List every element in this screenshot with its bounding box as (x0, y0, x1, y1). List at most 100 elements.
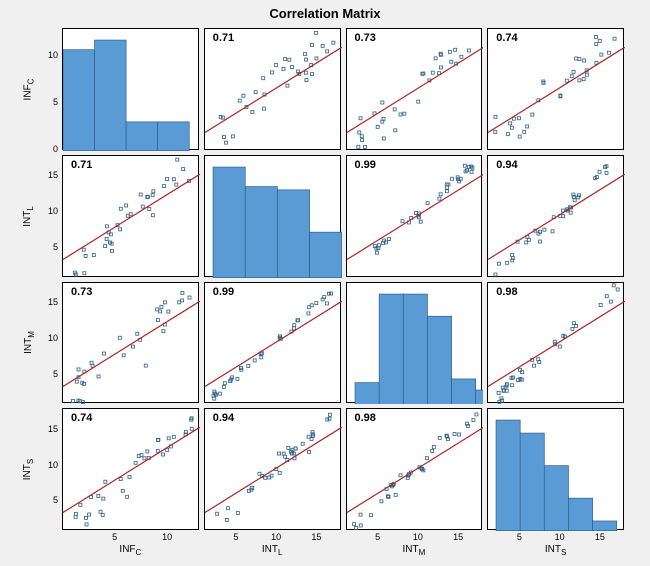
hist-bar (545, 466, 569, 531)
scatter-point (369, 514, 372, 517)
y-tick: 10 (36, 206, 58, 216)
hist-bar (309, 232, 341, 278)
scatter-point (539, 240, 542, 243)
scatter-point (599, 303, 602, 306)
scatter-point (582, 78, 585, 81)
scatter-point (79, 504, 82, 507)
x-axis-label: INTM (394, 544, 434, 557)
scatter-cell: 0.73 (62, 282, 199, 404)
scatter-point (231, 135, 234, 138)
scatter-point (566, 79, 569, 82)
scatter-point (459, 55, 462, 58)
hist-bar (403, 294, 427, 405)
scatter-point (471, 419, 474, 422)
scatter-point (531, 113, 534, 116)
hist-bar (520, 433, 544, 531)
scatter-point (175, 183, 178, 186)
scatter-point (223, 381, 226, 384)
hist-bar (277, 190, 309, 278)
scatter-cell: 0.71 (62, 155, 199, 277)
x-tick: 5 (224, 532, 248, 542)
scatter-point (463, 164, 466, 167)
scatter-point (352, 523, 355, 526)
fit-line (488, 47, 625, 132)
scatter-point (90, 361, 93, 364)
scatter-point (598, 39, 601, 42)
hist-bar (427, 316, 451, 405)
scatter-point (559, 344, 562, 347)
hist-bar (496, 420, 520, 531)
scatter-point (251, 110, 254, 113)
scatter-point (236, 512, 239, 515)
scatter-point (121, 490, 124, 493)
scatter-point (310, 303, 313, 306)
y-tick: 5 (36, 495, 58, 505)
scatter-point (222, 385, 225, 388)
scatter-point (172, 436, 175, 439)
scatter-point (83, 271, 86, 274)
hist-bar (126, 122, 158, 151)
scatter-point (315, 301, 318, 304)
scatter-point (119, 228, 122, 231)
figure-title: Correlation Matrix (0, 6, 650, 21)
scatter-point (126, 496, 129, 499)
hist-cell (62, 28, 199, 150)
fit-line (63, 174, 200, 259)
scatter-point (402, 112, 405, 115)
scatter-point (104, 480, 107, 483)
scatter-point (122, 353, 125, 356)
scatter-point (363, 145, 366, 148)
scatter-point (605, 171, 608, 174)
scatter-point (507, 133, 510, 136)
hist-bar (213, 167, 245, 278)
y-tick: 0 (36, 144, 58, 154)
scatter-point (85, 523, 88, 526)
scatter-point (162, 329, 165, 332)
scatter-point (356, 145, 359, 148)
scatter-point (511, 126, 514, 129)
y-axis-label: INFC (22, 78, 35, 100)
scatter-point (360, 139, 363, 142)
scatter-point (88, 513, 91, 516)
scatter-point (102, 497, 105, 500)
scatter-point (359, 513, 362, 516)
scatter-cell: 0.71 (204, 28, 341, 150)
scatter-point (434, 57, 437, 60)
scatter-point (305, 79, 308, 82)
scatter-point (494, 130, 497, 133)
scatter-point (393, 108, 396, 111)
scatter-point (307, 451, 310, 454)
scatter-point (172, 177, 175, 180)
y-tick: 10 (36, 460, 58, 470)
scatter-point (304, 58, 307, 61)
hist-bar (569, 498, 593, 531)
scatter-point (573, 198, 576, 201)
scatter-point (166, 177, 169, 180)
x-tick: 5 (507, 532, 531, 542)
scatter-point (448, 50, 451, 53)
scatter-point (321, 44, 324, 47)
scatter-point (328, 413, 331, 416)
scatter-point (110, 249, 113, 252)
scatter-point (144, 364, 147, 367)
y-tick: 15 (36, 170, 58, 180)
hist-bar (158, 122, 190, 151)
scatter-point (494, 273, 497, 276)
scatter-point (151, 213, 154, 216)
scatter-point (151, 194, 154, 197)
scatter-point (161, 453, 164, 456)
scatter-point (176, 158, 179, 161)
y-tick: 10 (36, 50, 58, 60)
hist-bar (475, 389, 483, 404)
scatter-point (470, 170, 473, 173)
scatter-point (224, 141, 227, 144)
scatter-point (438, 437, 441, 440)
scatter-point (419, 220, 422, 223)
scatter-point (143, 457, 146, 460)
fit-line (488, 301, 625, 386)
scatter-point (379, 500, 382, 503)
plot-grid: 0510INFC0.710.730.740.7151015INTL0.990.9… (62, 28, 624, 530)
scatter-point (506, 261, 509, 264)
scatter-point (139, 193, 142, 196)
scatter-point (74, 516, 77, 519)
